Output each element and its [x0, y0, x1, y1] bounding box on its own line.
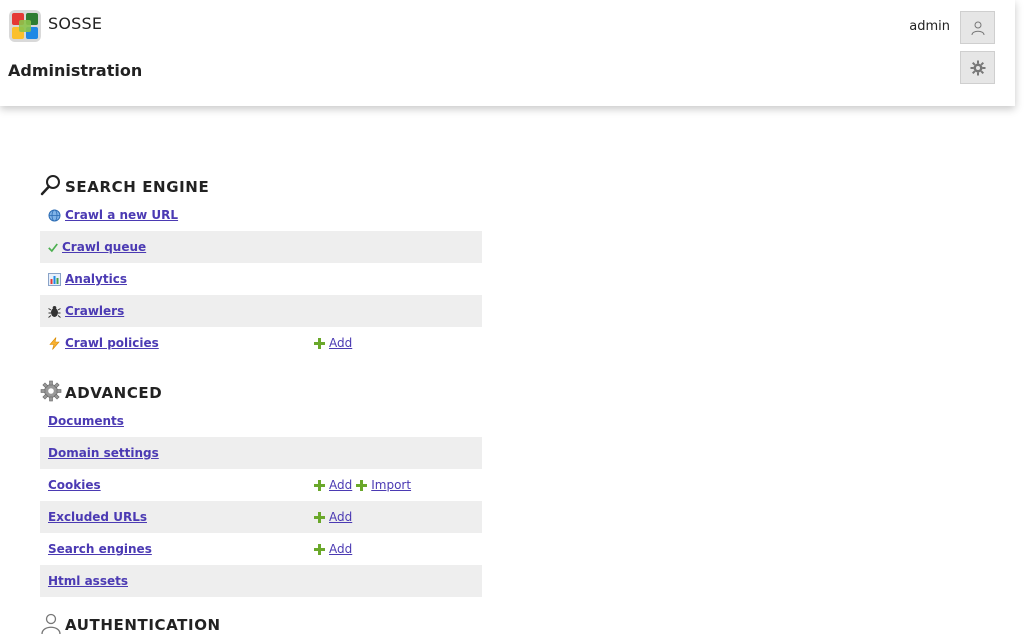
crawl-policies-link[interactable]: Crawl policies — [65, 336, 159, 350]
user-icon — [971, 21, 984, 35]
plus-icon — [314, 511, 325, 523]
crawl-queue-link[interactable]: Crawl queue — [62, 240, 146, 254]
page-title: Administration — [8, 61, 143, 80]
plus-icon — [314, 543, 325, 555]
list-item: Analytics — [40, 263, 482, 295]
user-icon — [41, 613, 61, 634]
list-item: Crawl queue — [40, 231, 482, 263]
section-title-search-engine: SEARCH ENGINE — [40, 174, 209, 196]
list-item: Crawlers — [40, 295, 482, 327]
list-item: Search engines Add — [40, 533, 482, 565]
sosse-logo-icon[interactable] — [8, 9, 42, 43]
section-title-text: ADVANCED — [65, 384, 163, 402]
globe-icon — [48, 209, 61, 221]
list-item: Documents — [40, 405, 482, 437]
top-header: SOSSE Administration admin — [0, 0, 1015, 106]
username-label: admin — [909, 19, 950, 34]
excluded-urls-link[interactable]: Excluded URLs — [48, 510, 147, 524]
add-crawl-policy-link[interactable]: Add — [329, 336, 352, 350]
user-menu-button[interactable] — [960, 11, 995, 44]
app-name[interactable]: SOSSE — [48, 14, 102, 33]
list-item: Domain settings — [40, 437, 482, 469]
search-engine-table: Crawl a new URL Crawl queue Analytics Cr… — [40, 199, 482, 359]
plus-icon — [356, 479, 368, 491]
advanced-table: Documents Domain settings Cookies Add Im… — [40, 405, 482, 597]
bug-icon — [48, 305, 61, 318]
lightning-icon — [49, 336, 60, 350]
html-assets-link[interactable]: Html assets — [48, 574, 128, 588]
search-engines-link[interactable]: Search engines — [48, 542, 152, 556]
add-cookie-link[interactable]: Add — [329, 478, 352, 492]
crawl-new-url-link[interactable]: Crawl a new URL — [65, 208, 178, 222]
documents-link[interactable]: Documents — [48, 414, 124, 428]
import-cookies-link[interactable]: Import — [371, 478, 411, 492]
gear-icon — [970, 60, 985, 75]
cookies-link[interactable]: Cookies — [48, 478, 101, 492]
check-icon — [48, 243, 58, 252]
analytics-link[interactable]: Analytics — [65, 272, 127, 286]
chart-icon — [48, 272, 61, 286]
magnifier-icon — [40, 175, 60, 196]
section-title-advanced: ADVANCED — [40, 380, 162, 402]
domain-settings-link[interactable]: Domain settings — [48, 446, 159, 460]
list-item: Crawl policies Add — [40, 327, 482, 359]
crawlers-link[interactable]: Crawlers — [65, 304, 124, 318]
plus-icon — [314, 337, 325, 349]
gear-icon — [40, 380, 62, 402]
section-title-text: SEARCH ENGINE — [65, 178, 210, 196]
add-excluded-url-link[interactable]: Add — [329, 510, 352, 524]
settings-menu-button[interactable] — [960, 51, 995, 84]
list-item: Crawl a new URL — [40, 199, 482, 231]
section-title-text: AUTHENTICATION — [65, 616, 221, 634]
list-item: Cookies Add Import — [40, 469, 482, 501]
section-title-authentication: AUTHENTICATION — [40, 612, 221, 634]
add-search-engine-link[interactable]: Add — [329, 542, 352, 556]
list-item: Excluded URLs Add — [40, 501, 482, 533]
plus-icon — [314, 479, 325, 491]
list-item: Html assets — [40, 565, 482, 597]
